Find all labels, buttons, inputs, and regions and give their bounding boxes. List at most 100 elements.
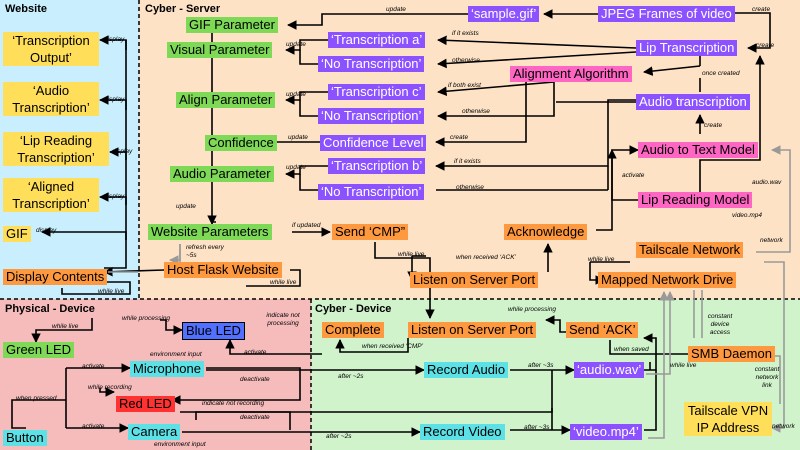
audio-to-text-model-node: Audio to Text Model [638,142,758,158]
edge-label-otherwise-c: otherwise [462,108,490,115]
edge-label-create-audio: create [704,122,723,129]
send-ack-node: Send ‘ACK’ [566,322,639,338]
transcription-b-node: ‘Transcription b’ [328,158,426,174]
transcription-a-node: ‘Transcription a’ [328,32,426,48]
edge-label-deactivate-2: deactivate [240,414,270,421]
edge-label-update-gif: update [386,6,406,13]
aligned-transcription-node: ‘Aligned Transcription’ [3,178,99,212]
edge-label-update-web: update [176,203,196,210]
edge-label-network-2: network [772,423,795,430]
microphone-node: Microphone [130,361,204,377]
confidence-level-node: Confidence Level [320,135,427,151]
transcription-c-node: ‘Transcription c’ [328,84,425,100]
audio-transcription-server-node: Audio transcription [636,94,750,110]
edge-label-when-saved: when saved [614,346,649,353]
edge-label-update-visual: update [286,41,306,48]
sample-gif-node: ‘sample.gif’ [468,6,540,22]
gif-parameter-node: GIF Parameter [186,17,278,33]
website-region-title: Website [5,3,47,15]
alignment-algorithm-node: Alignment Algorithm [510,66,632,82]
blue-led-node: Blue LED [182,322,245,340]
host-flask-website-node: Host Flask Website [164,262,282,278]
acknowledge-node: Acknowledge [504,224,588,240]
smb-daemon-node: SMB Daemon [688,346,775,362]
camera-node: Camera [128,424,181,440]
display-contents-node: Display Contents [3,269,108,285]
edge-label-when-received-ack: when received ‘ACK’ [456,254,516,261]
edge-label-after-2s-1: after ~2s [338,373,364,380]
confidence-node: Confidence [205,135,277,151]
edge-label-when-pressed: when pressed [16,395,57,402]
edge-label-while-live-drive: while live [588,256,615,263]
no-transcription-2-node: ‘No Transcription’ [318,108,425,124]
edge-label-refresh: refresh every ~5s [186,244,224,259]
audio-parameter-node: Audio Parameter [170,166,274,182]
send-cmp-node: Send ‘CMP” [332,224,409,240]
record-video-node: Record Video [420,424,505,440]
physical-device-region-title: Physical - Device [5,303,95,315]
edge-label-if-it-exists-a: if it exists [452,30,479,37]
edge-label-while-processing-led: while processing [122,315,171,322]
lip-reading-model-node: Lip Reading Model [638,192,753,208]
edge-label-display-2: display [104,96,125,103]
align-parameter-node: Align Parameter [176,92,276,108]
edge-label-indicate-not-recording: indicate not recording [202,400,265,407]
edge-label-display-5: display [36,227,57,234]
mapped-network-drive-node: Mapped Network Drive [598,272,737,288]
red-led-node: Red LED [116,396,175,412]
edge-label-while-live-green: while live [52,323,79,330]
edge-label-activate-cam: activate [82,423,105,430]
edge-label-display-4: display [104,193,125,200]
edge-label-while-processing-port: while processing [508,306,557,313]
edge-label-when-received-cmp: when received ‘CMP’ [362,343,424,350]
cyber-server-region-title: Cyber - Server [145,3,221,15]
edge-label-after-3s-1: after ~3s [528,362,554,369]
edge-label-if-it-exists-b: if it exists [454,158,481,165]
edge-label-if-updated: if updated [292,222,321,229]
edge-label-video-mp4: video.mp4 [732,212,762,219]
edge-label-while-live-port: while live [398,251,425,258]
edge-label-update-align: update [286,91,306,98]
edge-label-audio-wav: audio.wav [752,179,782,186]
jpeg-frames-node: JPEG Frames of video [598,6,735,22]
edge-label-after-2s-2: after ~2s [326,433,352,440]
edge-label-activate-blue: activate [244,349,267,356]
lip-reading-transcription-node: ‘Lip Reading Transcription’ [3,132,109,166]
no-transcription-3-node: ‘No Transcription’ [318,184,425,200]
tailscale-network-node: Tailscale Network [636,242,744,258]
edge-label-after-3s-2: after ~3s [524,424,550,431]
no-transcription-1-node: ‘No Transcription’ [318,56,425,72]
edge-label-create-lip: create [756,42,775,49]
edge-label-update-conf: update [288,134,308,141]
lip-transcription-node: Lip Transcription [636,40,738,56]
edge-label-while-live-web: while live [98,288,125,295]
edge-label-otherwise-b: otherwise [456,184,484,191]
edge-label-create-jpeg: create [752,6,771,13]
visual-parameter-node: Visual Parameter [167,42,273,58]
edge-label-activate-model: activate [622,172,645,179]
edge-label-display-3: display [112,148,133,155]
edge-label-if-both-exist: if both exist [448,82,481,89]
edge-label-network-1: network [760,237,783,244]
edge-label-once-created: once created [702,70,740,77]
edge-label-environment-input-2: environment input [154,441,206,448]
edge-label-activate-mic: activate [82,363,105,370]
audio-wav-node: ‘audio.wav’ [574,362,645,378]
complete-node: Complete [322,322,384,338]
cyber-device-region-title: Cyber - Device [315,303,392,315]
edge-label-display-1: display [104,36,125,43]
record-audio-node: Record Audio [424,362,509,378]
button-node: Button [3,430,47,446]
tailscale-vpn-node: Tailscale VPN IP Address [684,402,772,436]
gif-node: GIF [3,226,31,242]
green-led-node: Green LED [3,342,75,358]
edge-label-update-audio: update [286,164,306,171]
edge-label-while-recording: while recording [88,384,132,391]
edge-label-while-live-smb: while live [670,362,697,369]
edge-label-constant-device-access: constant device access [707,313,733,336]
edge-label-while-live-flask: while live [270,279,297,286]
edge-label-indicate-not-processing: indicate not processing [266,312,300,327]
edge-label-create-conf: create [450,134,469,141]
edge-label-otherwise-a: otherwise [452,57,480,64]
edge-label-deactivate-1: deactivate [240,376,270,383]
